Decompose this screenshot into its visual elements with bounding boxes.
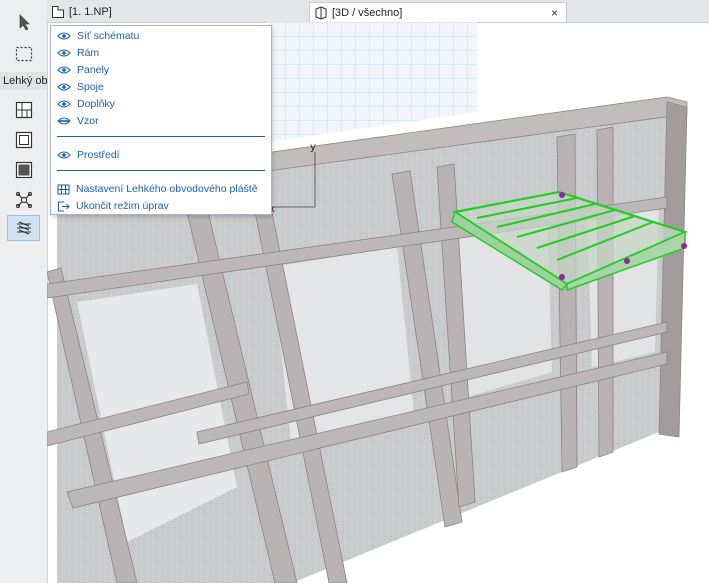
accessory-tool[interactable] xyxy=(7,215,40,241)
scheme-grid-icon xyxy=(15,101,32,119)
toolbox: Lehký obvodový plášť xyxy=(0,0,48,583)
menu-item-pattern[interactable]: Vzor xyxy=(57,113,99,129)
junction-icon xyxy=(15,191,32,209)
menu-item-label: Rám xyxy=(77,47,100,59)
eye-icon xyxy=(57,100,71,108)
tool-label: Lehký obvodový plášť xyxy=(0,72,47,90)
menu-item-label: Panely xyxy=(77,64,110,76)
frame-icon xyxy=(15,131,32,149)
menu-item-frame[interactable]: Rám xyxy=(57,45,99,61)
tab-3d-view-label: [3D / všechno] xyxy=(332,6,403,19)
menu-item-label: Nastavení Lehkého obvodového pláště xyxy=(76,183,258,195)
tab-floor-plan-label: [1. 1.NP] xyxy=(69,6,112,18)
menu-item-schema-grid[interactable]: Síť schématu xyxy=(57,28,139,44)
curtain-wall-settings-icon xyxy=(57,184,70,194)
frame-tool[interactable] xyxy=(8,128,39,152)
tab-3d-view[interactable]: [3D / všechno] × xyxy=(309,2,567,22)
menu-item-accessories[interactable]: Doplňky xyxy=(57,96,115,112)
hotspot[interactable] xyxy=(681,243,687,249)
menu-item-label: Spoje xyxy=(77,81,104,93)
panel-tool[interactable] xyxy=(8,158,39,182)
menu-item-label: Síť schématu xyxy=(77,30,140,42)
menu-item-settings[interactable]: Nastavení Lehkého obvodového pláště xyxy=(57,181,258,197)
eye-icon xyxy=(57,32,71,40)
menu-separator xyxy=(57,170,265,171)
menu-item-junctions[interactable]: Spoje xyxy=(57,79,104,95)
hotspot[interactable] xyxy=(559,192,565,198)
eye-closed-icon xyxy=(57,117,71,125)
menu-item-environment[interactable]: Prostředí xyxy=(57,147,120,163)
menu-item-label: Vzor xyxy=(77,115,99,127)
arrow-pointer-icon xyxy=(19,14,30,31)
eye-icon xyxy=(57,151,71,159)
menu-item-label: Ukončit režim úprav xyxy=(76,200,169,212)
scheme-grid-tool[interactable] xyxy=(8,98,39,122)
menu-item-label: Prostředí xyxy=(77,149,120,161)
eye-icon xyxy=(57,83,71,91)
menu-item-label: Doplňky xyxy=(77,98,115,110)
view-options-menu: Síť schématu Rám Panely Spoje Doplňky Vz… xyxy=(50,25,272,215)
tab-bar: [1. 1.NP] [3D / všechno] × xyxy=(47,0,709,23)
exit-icon xyxy=(58,201,70,211)
arrow-tool[interactable] xyxy=(8,10,39,34)
marquee-tool[interactable] xyxy=(8,42,39,66)
panel-icon xyxy=(15,161,32,179)
close-icon[interactable]: × xyxy=(551,6,558,20)
tab-floor-plan[interactable]: [1. 1.NP] xyxy=(51,2,301,22)
eye-icon xyxy=(57,49,71,57)
menu-item-panels[interactable]: Panely xyxy=(57,62,109,78)
marquee-icon xyxy=(15,46,32,62)
hotspot[interactable] xyxy=(624,258,630,264)
menu-item-exit-edit-mode[interactable]: Ukončit režim úprav xyxy=(57,198,169,214)
menu-separator xyxy=(57,136,265,137)
junction-tool[interactable] xyxy=(8,188,39,212)
accessory-icon xyxy=(16,221,31,235)
floor-plan-icon xyxy=(52,6,64,18)
eye-icon xyxy=(57,66,71,74)
axis-y-label: y xyxy=(310,142,316,153)
hotspot[interactable] xyxy=(559,274,565,280)
3d-view-icon xyxy=(315,5,327,20)
